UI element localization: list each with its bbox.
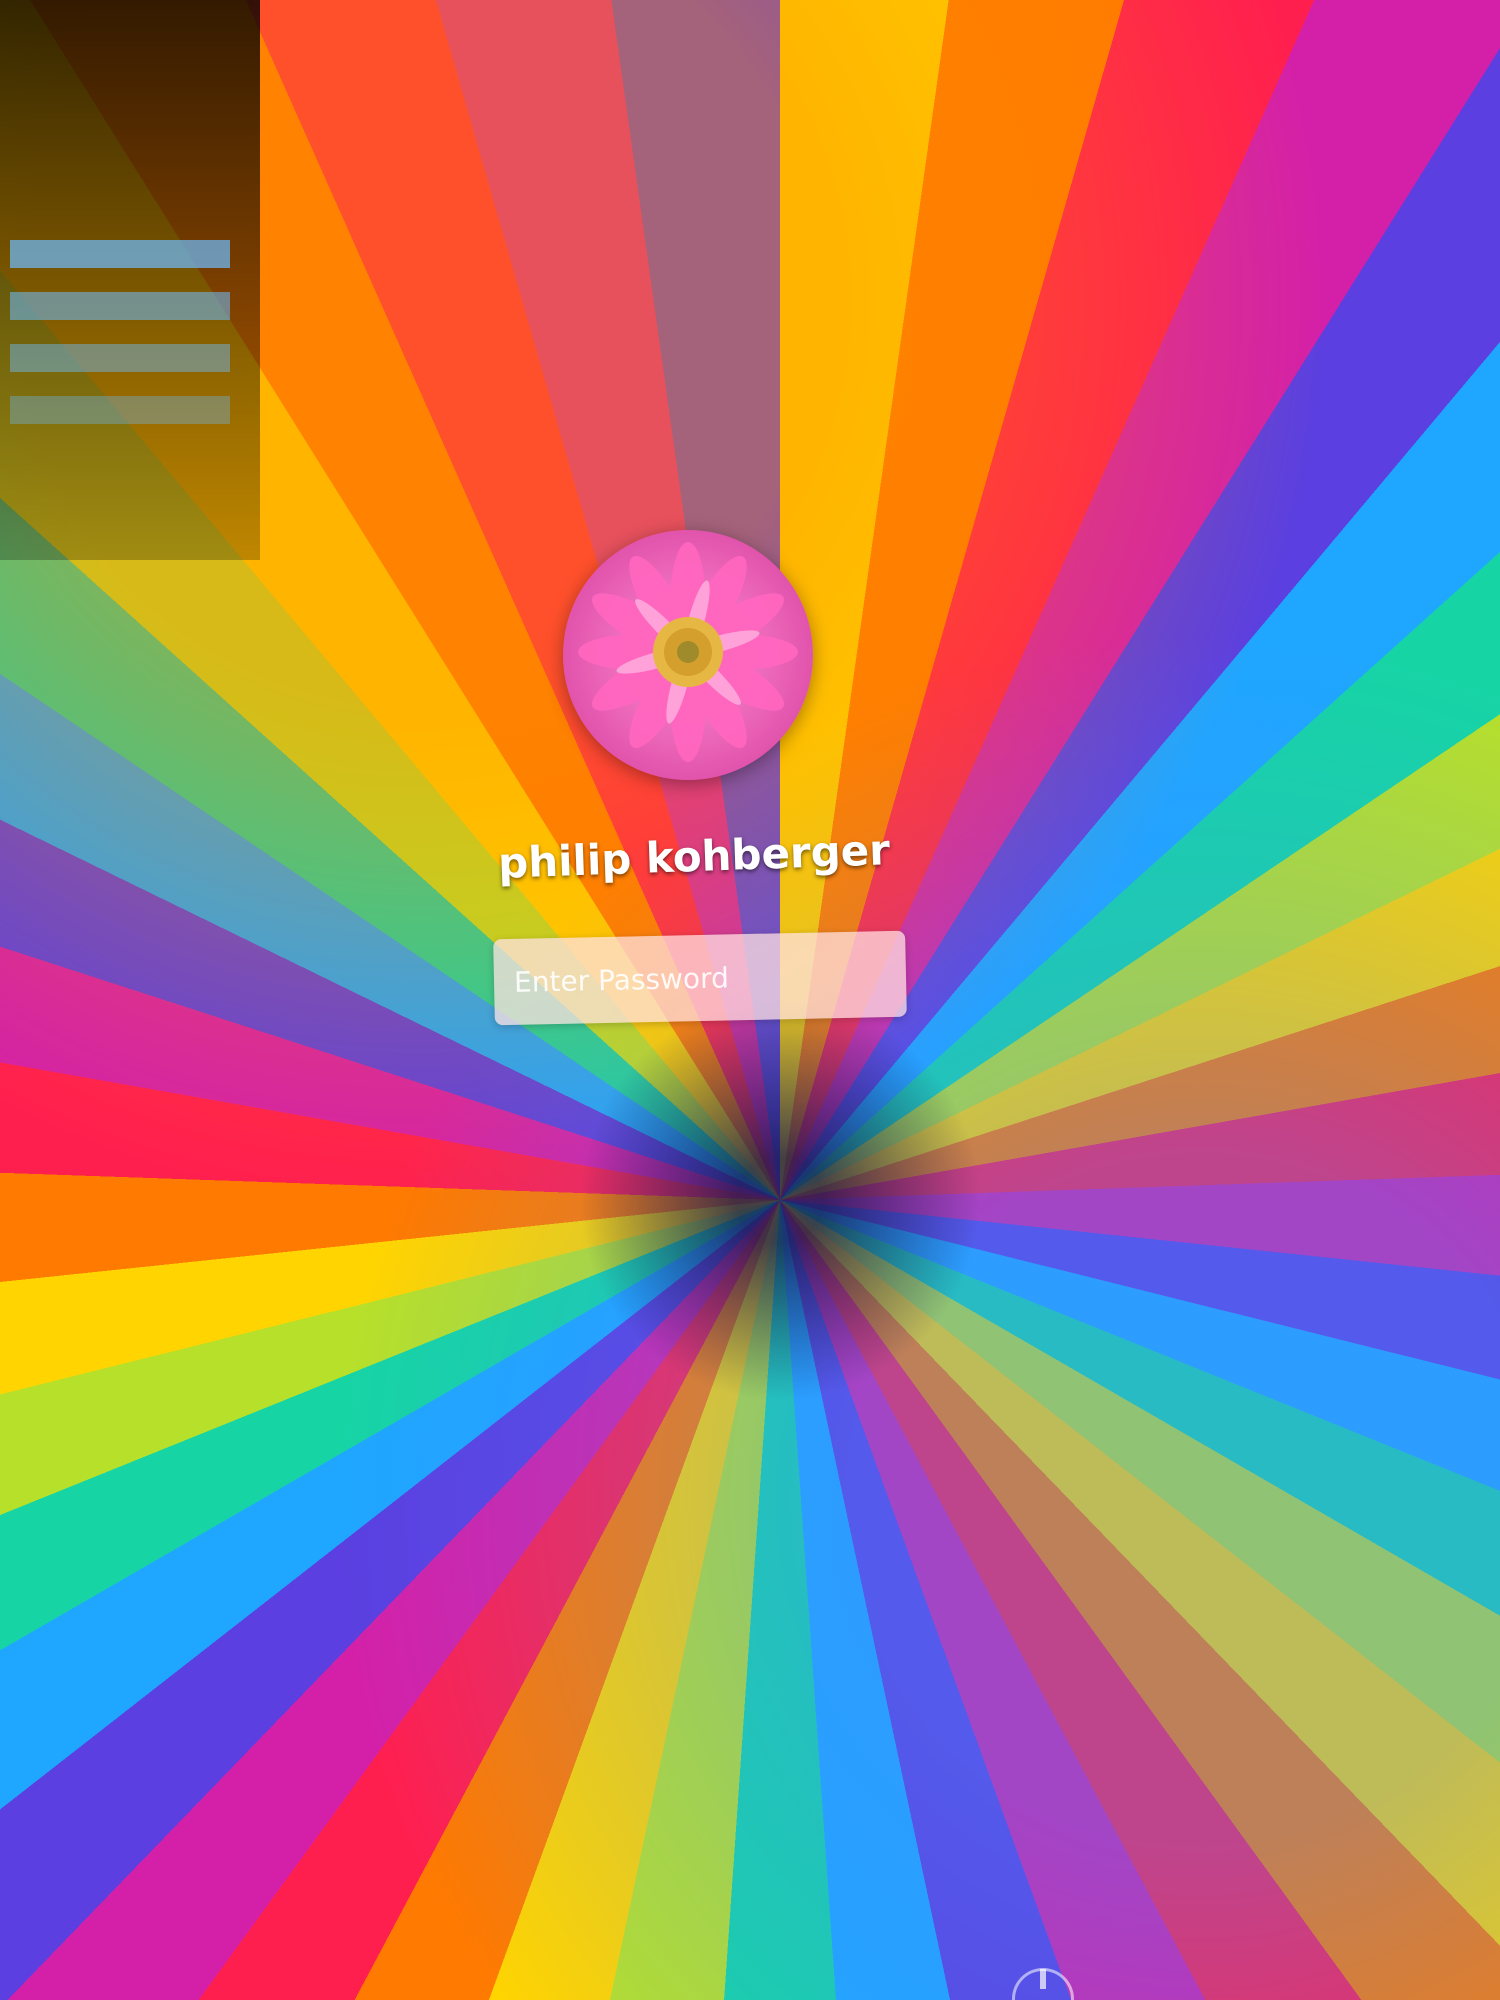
login-screen: philip kohberger xyxy=(0,0,1500,2000)
user-avatar[interactable] xyxy=(563,530,813,780)
screen-glare xyxy=(0,0,260,560)
pink-flower-avatar xyxy=(563,530,813,780)
password-field-container[interactable] xyxy=(493,930,907,1026)
password-input[interactable] xyxy=(493,930,907,1026)
